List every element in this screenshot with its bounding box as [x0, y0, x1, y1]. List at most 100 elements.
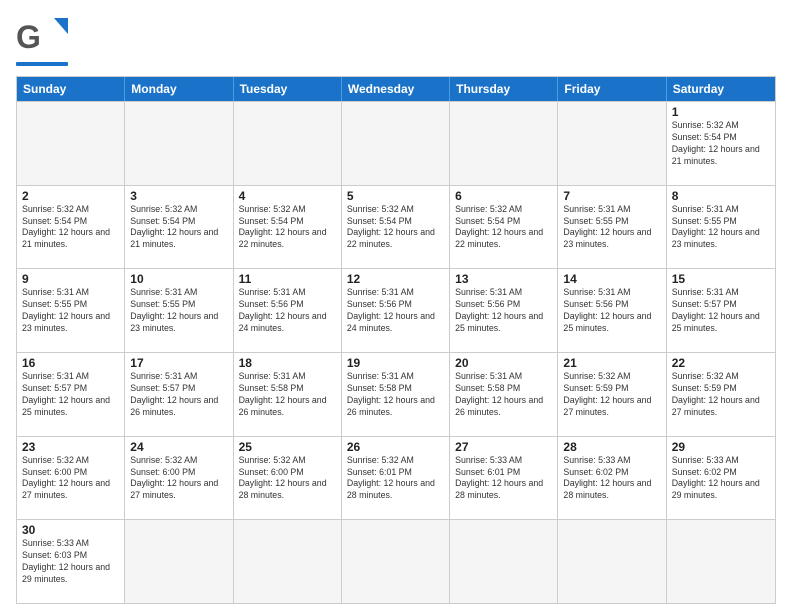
calendar-day-cell: 18Sunrise: 5:31 AM Sunset: 5:58 PM Dayli… — [234, 353, 342, 436]
day-number: 22 — [672, 356, 770, 370]
calendar-day-cell — [342, 520, 450, 603]
calendar-day-cell — [234, 520, 342, 603]
sun-info: Sunrise: 5:31 AM Sunset: 5:56 PM Dayligh… — [239, 287, 336, 335]
sun-info: Sunrise: 5:32 AM Sunset: 5:54 PM Dayligh… — [239, 204, 336, 252]
calendar-day-cell: 4Sunrise: 5:32 AM Sunset: 5:54 PM Daylig… — [234, 186, 342, 269]
day-number: 19 — [347, 356, 444, 370]
day-number: 4 — [239, 189, 336, 203]
calendar-body: 1 Sunrise: 5:32 AM Sunset: 5:54 PM Daylig… — [17, 101, 775, 603]
calendar-week-row: 2Sunrise: 5:32 AM Sunset: 5:54 PM Daylig… — [17, 185, 775, 269]
calendar-day-cell: 22Sunrise: 5:32 AM Sunset: 5:59 PM Dayli… — [667, 353, 775, 436]
sun-info: Sunrise: 5:32 AM Sunset: 5:54 PM Dayligh… — [455, 204, 552, 252]
calendar-day-cell — [667, 520, 775, 603]
day-number: 29 — [672, 440, 770, 454]
calendar-week-row: 16Sunrise: 5:31 AM Sunset: 5:57 PM Dayli… — [17, 352, 775, 436]
calendar-day-cell: 12Sunrise: 5:31 AM Sunset: 5:56 PM Dayli… — [342, 269, 450, 352]
sun-info: Sunrise: 5:31 AM Sunset: 5:58 PM Dayligh… — [239, 371, 336, 419]
calendar-day-cell — [342, 102, 450, 185]
sun-info: Sunrise: 5:31 AM Sunset: 5:57 PM Dayligh… — [130, 371, 227, 419]
day-number: 14 — [563, 272, 660, 286]
day-number: 1 — [672, 105, 770, 119]
calendar-day-cell — [450, 102, 558, 185]
day-number: 2 — [22, 189, 119, 203]
calendar-day-cell — [234, 102, 342, 185]
sun-info: Sunrise: 5:33 AM Sunset: 6:03 PM Dayligh… — [22, 538, 119, 586]
day-number: 26 — [347, 440, 444, 454]
sun-info: Sunrise: 5:31 AM Sunset: 5:56 PM Dayligh… — [563, 287, 660, 335]
sun-info: Sunrise: 5:33 AM Sunset: 6:01 PM Dayligh… — [455, 455, 552, 503]
calendar-day-cell: 14Sunrise: 5:31 AM Sunset: 5:56 PM Dayli… — [558, 269, 666, 352]
calendar-day-cell: 30Sunrise: 5:33 AM Sunset: 6:03 PM Dayli… — [17, 520, 125, 603]
calendar-day-cell: 6Sunrise: 5:32 AM Sunset: 5:54 PM Daylig… — [450, 186, 558, 269]
day-of-week-header: Monday — [125, 77, 233, 101]
day-number: 21 — [563, 356, 660, 370]
day-of-week-header: Wednesday — [342, 77, 450, 101]
calendar-day-cell: 19Sunrise: 5:31 AM Sunset: 5:58 PM Dayli… — [342, 353, 450, 436]
sun-info: Sunrise: 5:31 AM Sunset: 5:55 PM Dayligh… — [130, 287, 227, 335]
sun-info: Sunrise: 5:31 AM Sunset: 5:55 PM Dayligh… — [22, 287, 119, 335]
calendar-day-cell — [125, 520, 233, 603]
day-of-week-header: Tuesday — [234, 77, 342, 101]
day-of-week-header: Friday — [558, 77, 666, 101]
calendar-day-cell: 16Sunrise: 5:31 AM Sunset: 5:57 PM Dayli… — [17, 353, 125, 436]
calendar-day-cell — [17, 102, 125, 185]
calendar-week-row: 23Sunrise: 5:32 AM Sunset: 6:00 PM Dayli… — [17, 436, 775, 520]
day-number: 18 — [239, 356, 336, 370]
sun-info: Sunrise: 5:31 AM Sunset: 5:58 PM Dayligh… — [455, 371, 552, 419]
day-number: 13 — [455, 272, 552, 286]
calendar-day-cell: 7Sunrise: 5:31 AM Sunset: 5:55 PM Daylig… — [558, 186, 666, 269]
calendar-day-cell: 17Sunrise: 5:31 AM Sunset: 5:57 PM Dayli… — [125, 353, 233, 436]
calendar-day-cell: 26Sunrise: 5:32 AM Sunset: 6:01 PM Dayli… — [342, 437, 450, 520]
day-number: 10 — [130, 272, 227, 286]
day-number: 20 — [455, 356, 552, 370]
sun-info: Sunrise: 5:32 AM Sunset: 5:54 PM Dayligh… — [130, 204, 227, 252]
calendar-day-cell: 23Sunrise: 5:32 AM Sunset: 6:00 PM Dayli… — [17, 437, 125, 520]
sun-info: Sunrise: 5:32 AM Sunset: 6:00 PM Dayligh… — [22, 455, 119, 503]
calendar-day-cell: 21Sunrise: 5:32 AM Sunset: 5:59 PM Dayli… — [558, 353, 666, 436]
calendar-week-row: 30Sunrise: 5:33 AM Sunset: 6:03 PM Dayli… — [17, 519, 775, 603]
calendar-day-cell: 29Sunrise: 5:33 AM Sunset: 6:02 PM Dayli… — [667, 437, 775, 520]
sun-info: Sunrise: 5:31 AM Sunset: 5:55 PM Dayligh… — [672, 204, 770, 252]
calendar-day-cell: 13Sunrise: 5:31 AM Sunset: 5:56 PM Dayli… — [450, 269, 558, 352]
calendar-week-row: 9Sunrise: 5:31 AM Sunset: 5:55 PM Daylig… — [17, 268, 775, 352]
sun-info: Sunrise: 5:31 AM Sunset: 5:56 PM Dayligh… — [347, 287, 444, 335]
calendar-day-cell: 28Sunrise: 5:33 AM Sunset: 6:02 PM Dayli… — [558, 437, 666, 520]
sun-info: Sunrise: 5:31 AM Sunset: 5:57 PM Dayligh… — [672, 287, 770, 335]
calendar: SundayMondayTuesdayWednesdayThursdayFrid… — [16, 76, 776, 604]
logo: G — [16, 16, 68, 66]
day-number: 5 — [347, 189, 444, 203]
day-number: 15 — [672, 272, 770, 286]
calendar-day-cell: 20Sunrise: 5:31 AM Sunset: 5:58 PM Dayli… — [450, 353, 558, 436]
day-number: 30 — [22, 523, 119, 537]
calendar-day-cell: 1Sunrise: 5:32 AM Sunset: 5:54 PM Daylig… — [667, 102, 775, 185]
sun-info: Sunrise: 5:31 AM Sunset: 5:56 PM Dayligh… — [455, 287, 552, 335]
day-number: 6 — [455, 189, 552, 203]
calendar-day-cell: 10Sunrise: 5:31 AM Sunset: 5:55 PM Dayli… — [125, 269, 233, 352]
day-number: 16 — [22, 356, 119, 370]
day-number: 24 — [130, 440, 227, 454]
calendar-day-cell — [558, 102, 666, 185]
calendar-day-cell: 15Sunrise: 5:31 AM Sunset: 5:57 PM Dayli… — [667, 269, 775, 352]
calendar-day-cell: 3Sunrise: 5:32 AM Sunset: 5:54 PM Daylig… — [125, 186, 233, 269]
sun-info: Sunrise: 5:32 AM Sunset: 6:00 PM Dayligh… — [239, 455, 336, 503]
calendar-day-cell — [450, 520, 558, 603]
calendar-day-cell: 27Sunrise: 5:33 AM Sunset: 6:01 PM Dayli… — [450, 437, 558, 520]
day-number: 8 — [672, 189, 770, 203]
calendar-week-row: 1Sunrise: 5:32 AM Sunset: 5:54 PM Daylig… — [17, 101, 775, 185]
day-of-week-header: Thursday — [450, 77, 558, 101]
sun-info: Sunrise: 5:32 AM Sunset: 5:54 PM Dayligh… — [22, 204, 119, 252]
day-number: 9 — [22, 272, 119, 286]
sun-info: Sunrise: 5:31 AM Sunset: 5:58 PM Dayligh… — [347, 371, 444, 419]
sun-info: Sunrise: 5:31 AM Sunset: 5:57 PM Dayligh… — [22, 371, 119, 419]
sun-info: Sunrise: 5:33 AM Sunset: 6:02 PM Dayligh… — [563, 455, 660, 503]
day-of-week-header: Saturday — [667, 77, 775, 101]
calendar-day-cell: 25Sunrise: 5:32 AM Sunset: 6:00 PM Dayli… — [234, 437, 342, 520]
day-number: 27 — [455, 440, 552, 454]
day-number: 12 — [347, 272, 444, 286]
calendar-day-cell: 5Sunrise: 5:32 AM Sunset: 5:54 PM Daylig… — [342, 186, 450, 269]
day-number: 23 — [22, 440, 119, 454]
calendar-day-cell: 24Sunrise: 5:32 AM Sunset: 6:00 PM Dayli… — [125, 437, 233, 520]
day-number: 7 — [563, 189, 660, 203]
sun-info: Sunrise: 5:32 AM Sunset: 6:00 PM Dayligh… — [130, 455, 227, 503]
calendar-day-cell: 9Sunrise: 5:31 AM Sunset: 5:55 PM Daylig… — [17, 269, 125, 352]
